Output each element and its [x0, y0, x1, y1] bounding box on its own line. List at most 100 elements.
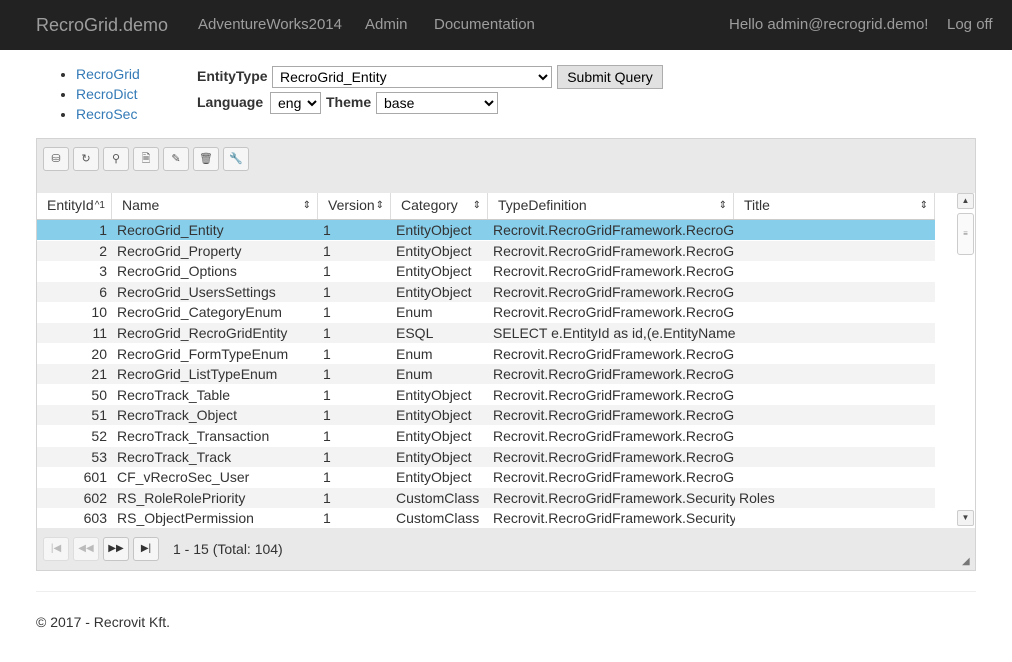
prev-page-icon[interactable]: ◀◀ — [73, 537, 99, 561]
table-row[interactable]: 51 RecroTrack_Object 1 EntityObject Recrovit… — [37, 405, 935, 426]
table-row[interactable]: 601 CF_vRecroSec_User 1 EntityObject Recrovi… — [37, 467, 935, 487]
cell-name: RecroTrack_Track — [117, 448, 232, 465]
table-row[interactable]: 2 RecroGrid_Property 1 EntityObject Recrovit… — [37, 240, 935, 261]
cell-version: 1 — [323, 407, 331, 424]
column-label: Title — [744, 197, 770, 213]
cell-entityid: 11 — [92, 325, 107, 341]
cell-typedefinition: Recrovit.RecroGridFramework.RecroGrid`1 — [493, 386, 735, 403]
cell-name: RS_RoleRolePriority — [117, 489, 246, 506]
column-header-category[interactable]: Category ⇕ — [391, 193, 488, 219]
column-header-entityid[interactable]: EntityId ^1 — [37, 193, 112, 219]
cell-category: ESQL — [396, 325, 434, 341]
nav-adventureworks[interactable]: AdventureWorks2014 — [198, 0, 342, 50]
cell-title — [739, 426, 929, 446]
column-header-title[interactable]: Title ⇕ — [734, 193, 935, 219]
language-select[interactable]: eng — [270, 92, 321, 114]
cell-title — [739, 447, 929, 467]
cell-entityid: 2 — [99, 242, 107, 259]
cell-title — [739, 323, 929, 343]
cell-typedefinition: Recrovit.RecroGridFramework.RecroGrid`1 — [493, 407, 735, 424]
nav-admin[interactable]: Admin — [365, 0, 408, 50]
cell-version: 1 — [323, 448, 331, 465]
cell-version: 1 — [323, 489, 331, 506]
cell-category: Enum — [396, 304, 433, 321]
delete-trash-icon[interactable]: 🗑 — [193, 147, 219, 171]
recrodict-link[interactable]: RecroDict — [76, 86, 137, 102]
table-row[interactable]: 53 RecroTrack_Track 1 EntityObject Recrovit.… — [37, 446, 935, 467]
column-header-typedefinition[interactable]: TypeDefinition ⇕ — [488, 193, 734, 219]
settings-wrench-icon[interactable]: 🔧 — [223, 147, 249, 171]
table-row[interactable]: 6 RecroGrid_UsersSettings 1 EntityObject Rec… — [37, 281, 935, 302]
cell-entityid: 20 — [91, 345, 107, 362]
scroll-up-icon[interactable]: ▲ — [957, 193, 974, 209]
logoff-link[interactable]: Log off — [947, 0, 993, 50]
table-row[interactable]: 3 RecroGrid_Options 1 EntityObject Recrovit.… — [37, 261, 935, 281]
cell-title — [739, 220, 929, 240]
recrogrid-link[interactable]: RecroGrid — [76, 66, 140, 82]
table-row[interactable]: 52 RecroTrack_Transaction 1 EntityObject Rec… — [37, 426, 935, 446]
cell-typedefinition: Recrovit.RecroGridFramework.RecroGrid+ — [493, 304, 735, 321]
side-link-item: RecroSec — [76, 104, 140, 124]
cell-typedefinition: Recrovit.RecroGridFramework.RecroGrid+ — [493, 345, 735, 362]
grid-header: EntityId ^1 Name ⇕ Version ⇕ Category ⇕ Type… — [37, 193, 935, 220]
refresh-icon[interactable]: ↻ — [73, 147, 99, 171]
table-row[interactable]: 21 RecroGrid_ListTypeEnum 1 Enum Recrovit.Re… — [37, 364, 935, 385]
submit-query-button[interactable]: Submit Query — [557, 65, 663, 89]
entitytype-select[interactable]: RecroGrid_Entity — [272, 66, 552, 88]
first-page-icon[interactable]: |◀ — [43, 537, 69, 561]
scroll-down-icon[interactable]: ▼ — [957, 510, 974, 526]
edit-pencil-icon[interactable]: ✎ — [163, 147, 189, 171]
entitytype-label: EntityType — [197, 68, 268, 84]
table-row[interactable]: 50 RecroTrack_Table 1 EntityObject Recrovit.… — [37, 385, 935, 405]
cell-entityid: 51 — [91, 407, 107, 424]
resize-handle-icon[interactable]: ◢ — [962, 557, 972, 567]
user-greeting-link[interactable]: Hello admin@recrogrid.demo! — [729, 0, 928, 50]
scroll-thumb[interactable]: ≡ — [957, 213, 974, 255]
next-page-icon[interactable]: ▶▶ — [103, 537, 129, 561]
sort-asc-icon: ^1 — [94, 200, 105, 211]
cell-entityid: 6 — [99, 283, 107, 300]
nav-documentation[interactable]: Documentation — [434, 0, 535, 50]
cell-category: EntityObject — [396, 283, 472, 300]
table-row[interactable]: 20 RecroGrid_FormTypeEnum 1 Enum Recrovit.Re… — [37, 344, 935, 364]
footer-divider — [36, 591, 976, 592]
recrosec-link[interactable]: RecroSec — [76, 106, 137, 122]
new-document-icon[interactable]: 🗎 — [133, 147, 159, 171]
cell-category: EntityObject — [396, 407, 472, 424]
column-header-version[interactable]: Version ⇕ — [318, 193, 391, 219]
cell-version: 1 — [323, 263, 331, 280]
sort-icon: ⇕ — [302, 200, 311, 211]
last-page-icon[interactable]: ▶| — [133, 537, 159, 561]
cell-category: EntityObject — [396, 448, 472, 465]
cell-name: RecroTrack_Object — [117, 407, 238, 424]
cell-name: RecroTrack_Transaction — [117, 428, 270, 444]
table-row[interactable]: 11 RecroGrid_RecroGridEntity 1 ESQL SELECT e… — [37, 323, 935, 343]
cell-entityid: 10 — [91, 304, 107, 321]
footer-copyright: © 2017 - Recrovit Kft. — [36, 614, 171, 630]
cell-category: CustomClass — [396, 489, 480, 506]
cell-typedefinition: Recrovit.RecroGridFramework.RecroGrid`1 — [493, 242, 735, 259]
cell-title: Roles — [739, 489, 775, 506]
brand-link[interactable]: RecroGrid.demo — [36, 0, 168, 50]
theme-select[interactable]: base — [376, 92, 498, 114]
cell-category: EntityObject — [396, 263, 472, 280]
sort-icon: ⇕ — [375, 200, 384, 211]
cell-name: RecroGrid_Property — [117, 242, 242, 259]
table-row[interactable]: 602 RS_RoleRolePriority 1 CustomClass Recrov… — [37, 487, 935, 508]
recrogrid-panel: ⛁ ↻ ⚲ 🗎 ✎ 🗑 🔧 EntityId ^1 Name ⇕ Version ⇕ … — [36, 138, 976, 571]
database-icon[interactable]: ⛁ — [43, 147, 69, 171]
cell-name: RecroGrid_Options — [117, 263, 237, 280]
vertical-scrollbar[interactable]: ▲ ≡ ▼ — [957, 193, 975, 528]
search-icon[interactable]: ⚲ — [103, 147, 129, 171]
cell-title — [739, 508, 929, 528]
table-row[interactable]: 603 RS_ObjectPermission 1 CustomClass Recrov… — [37, 508, 935, 528]
cell-typedefinition: Recrovit.RecroGridFramework.RecroGrid`1 — [493, 263, 735, 280]
cell-typedefinition: Recrovit.RecroGridFramework.RecroGrid+ — [493, 366, 735, 383]
cell-version: 1 — [323, 304, 331, 321]
cell-category: EntityObject — [396, 386, 472, 403]
table-row[interactable]: 1 RecroGrid_Entity 1 EntityObject Recrovit.R… — [37, 220, 935, 240]
column-header-name[interactable]: Name ⇕ — [112, 193, 318, 219]
cell-title — [739, 241, 929, 261]
table-row[interactable]: 10 RecroGrid_CategoryEnum 1 Enum Recrovit.Re… — [37, 302, 935, 322]
cell-version: 1 — [323, 283, 331, 300]
